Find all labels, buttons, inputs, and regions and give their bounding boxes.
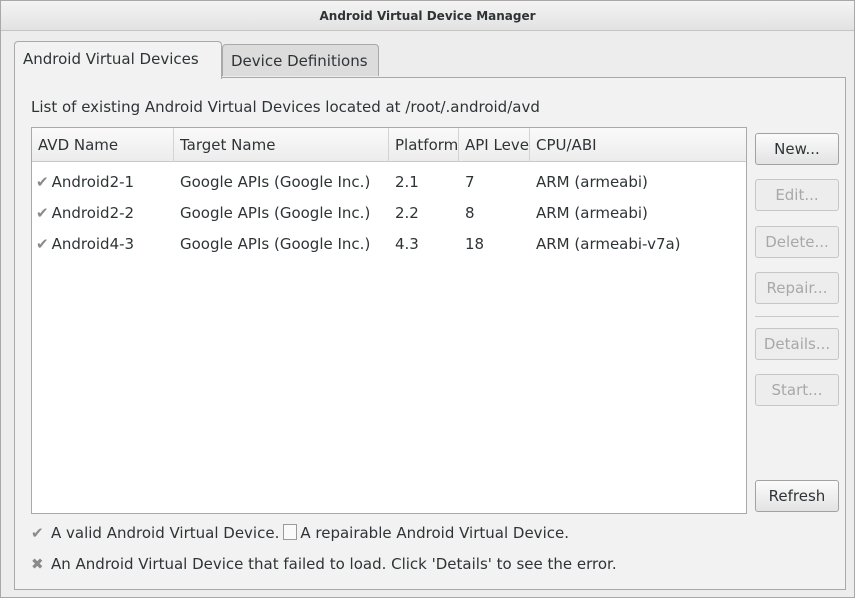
tab-panel: List of existing Android Virtual Devices…	[14, 77, 846, 590]
platform: 4.3	[395, 235, 419, 253]
legend-failed: ✖ An Android Virtual Device that failed t…	[31, 555, 617, 573]
column-header-cpu-abi[interactable]: CPU/ABI	[530, 128, 746, 162]
avd-name: Android4-3	[51, 235, 135, 253]
legend-failed-text: An Android Virtual Device that failed to…	[51, 555, 617, 573]
check-icon: ✔	[31, 524, 44, 542]
repair-button[interactable]: Repair...	[755, 272, 839, 304]
legend-valid-text: A valid Android Virtual Device.	[51, 524, 280, 542]
cpu-abi: ARM (armeabi)	[536, 204, 648, 222]
error-x-icon: ✖	[31, 555, 44, 573]
refresh-button[interactable]: Refresh	[755, 480, 839, 512]
table-row[interactable]: ✔ Android4-3 Google APIs (Google Inc.) 4.…	[32, 230, 746, 259]
column-header-avd-name[interactable]: AVD Name	[32, 128, 174, 162]
edit-button[interactable]: Edit...	[755, 179, 839, 211]
tab-device-definitions[interactable]: Device Definitions	[222, 44, 379, 76]
check-icon: ✔	[36, 173, 49, 191]
legend-repairable-text: A repairable Android Virtual Device.	[300, 524, 569, 542]
details-button[interactable]: Details...	[755, 328, 839, 360]
table-row[interactable]: ✔ Android2-2 Google APIs (Google Inc.) 2.…	[32, 199, 746, 228]
delete-button[interactable]: Delete...	[755, 226, 839, 258]
platform: 2.2	[395, 204, 419, 222]
check-icon: ✔	[36, 235, 49, 253]
avd-name: Android2-1	[51, 173, 135, 191]
cpu-abi: ARM (armeabi)	[536, 173, 648, 191]
button-separator	[755, 316, 839, 317]
cpu-abi: ARM (armeabi-v7a)	[536, 235, 681, 253]
target-name: Google APIs (Google Inc.)	[180, 235, 371, 253]
avd-location-caption: List of existing Android Virtual Devices…	[31, 98, 540, 116]
target-name: Google APIs (Google Inc.)	[180, 204, 371, 222]
table-row[interactable]: ✔ Android2-1 Google APIs (Google Inc.) 2.…	[32, 168, 746, 197]
api-level: 7	[465, 173, 475, 191]
avd-table[interactable]: AVD Name Target Name Platform API Level …	[31, 127, 747, 514]
column-header-api-level[interactable]: API Level	[459, 128, 530, 162]
target-name: Google APIs (Google Inc.)	[180, 173, 371, 191]
avd-manager-window: Android Virtual Device Manager Android V…	[0, 0, 855, 598]
new-button[interactable]: New...	[755, 133, 839, 165]
platform: 2.1	[395, 173, 419, 191]
column-header-target-name[interactable]: Target Name	[174, 128, 389, 162]
window-title: Android Virtual Device Manager	[1, 1, 854, 31]
api-level: 8	[465, 204, 475, 222]
repairable-icon	[283, 524, 298, 540]
table-header: AVD Name Target Name Platform API Level …	[32, 128, 746, 162]
column-header-platform[interactable]: Platform	[389, 128, 459, 162]
check-icon: ✔	[36, 204, 49, 222]
api-level: 18	[465, 235, 485, 253]
legend-valid-repairable: ✔ A valid Android Virtual Device. A repair…	[31, 524, 569, 542]
avd-name: Android2-2	[51, 204, 135, 222]
tab-android-virtual-devices[interactable]: Android Virtual Devices	[14, 41, 222, 79]
start-button[interactable]: Start...	[755, 374, 839, 406]
